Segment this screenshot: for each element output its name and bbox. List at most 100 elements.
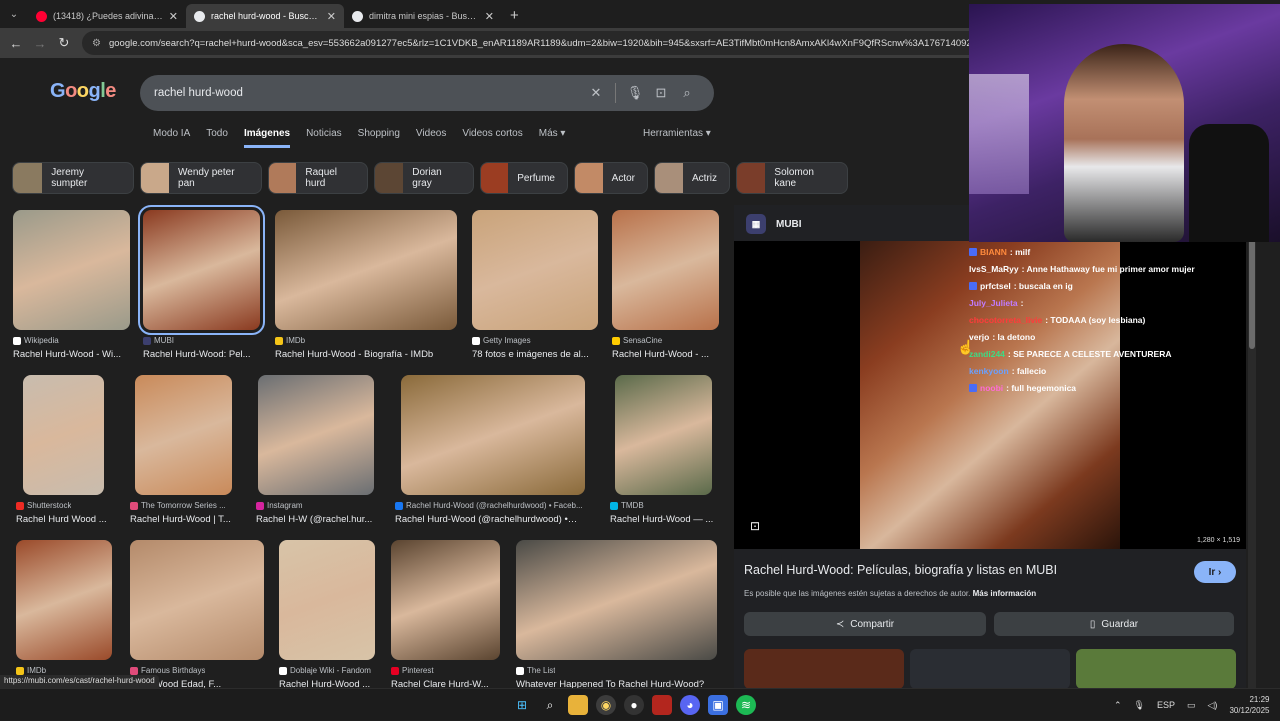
result-source[interactable]: Pinterest	[391, 666, 434, 675]
result-source[interactable]: Shutterstock	[16, 501, 71, 510]
reload-icon[interactable]: ↻	[52, 35, 76, 51]
image-result[interactable]: Famous Birthdays Hurd-Wood Edad, F...	[130, 540, 264, 688]
result-thumbnail[interactable]	[135, 375, 232, 495]
image-result[interactable]: MUBI Rachel Hurd-Wood: Pel...	[138, 205, 273, 370]
file-explorer-icon[interactable]	[568, 695, 588, 715]
filter-imagenes[interactable]: Imágenes	[243, 128, 291, 148]
result-thumbnail[interactable]	[13, 210, 130, 330]
result-source[interactable]: IMDb	[275, 336, 305, 345]
image-result[interactable]: Doblaje Wiki - Fandom Rachel Hurd-Wood ..…	[279, 540, 409, 688]
result-caption[interactable]: Rachel Hurd-Wood - ...	[612, 349, 709, 360]
chrome-icon[interactable]: ◉	[596, 695, 616, 715]
tools-menu[interactable]: Herramientas ▾	[643, 128, 711, 139]
result-thumbnail[interactable]	[612, 210, 719, 330]
close-tab-icon[interactable]: ✕	[169, 10, 178, 23]
close-tab-icon[interactable]: ✕	[327, 10, 336, 23]
image-result[interactable]: The Tomorrow Series ... Rachel Hurd-Wood …	[130, 375, 265, 535]
result-source[interactable]: Instagram	[256, 501, 303, 510]
filter-todo[interactable]: Todo	[206, 128, 228, 148]
related-search-chip[interactable]: Jeremy sumpter	[12, 162, 134, 194]
filter-videos[interactable]: Videos	[416, 128, 446, 148]
result-caption[interactable]: Rachel Hurd Wood ...	[16, 514, 107, 525]
related-search-chip[interactable]: Raquel hurd	[268, 162, 368, 194]
related-search-chip[interactable]: Actriz	[654, 162, 730, 194]
result-caption[interactable]: Rachel H-W (@rachel.hur...	[256, 514, 372, 525]
result-source[interactable]: Doblaje Wiki - Fandom	[279, 666, 371, 675]
lens-camera-icon[interactable]: ⊡	[648, 85, 674, 101]
result-caption[interactable]: Rachel Hurd-Wood: Pel...	[143, 349, 251, 360]
result-thumbnail[interactable]	[279, 540, 375, 660]
result-source[interactable]: Famous Birthdays	[130, 666, 205, 675]
result-caption[interactable]: Rachel Hurd-Wood ...	[279, 679, 370, 688]
search-icon[interactable]: ⌕	[674, 85, 700, 101]
result-caption[interactable]: Rachel Hurd-Wood - Biografía - IMDb	[275, 349, 433, 360]
result-caption[interactable]: Rachel Clare Hurd-W...	[391, 679, 489, 688]
clock[interactable]: 21:29 30/12/2025	[1229, 694, 1269, 716]
image-result[interactable]: Shutterstock Rachel Hurd Wood ...	[16, 375, 153, 535]
discord-icon[interactable]: ◕	[680, 695, 700, 715]
result-source[interactable]: Rachel Hurd-Wood (@rachelhurdwood) • Fac…	[395, 501, 583, 510]
image-result[interactable]: Pinterest Rachel Clare Hurd-W...	[391, 540, 521, 688]
result-thumbnail[interactable]	[16, 540, 112, 660]
tray-chevron-icon[interactable]: ⌃	[1114, 700, 1122, 711]
result-caption[interactable]: Whatever Happened To Rachel Hurd-Wood?	[516, 679, 704, 688]
result-thumbnail[interactable]	[516, 540, 717, 660]
volume-icon[interactable]: ◁)	[1208, 700, 1218, 711]
result-thumbnail[interactable]	[258, 375, 374, 495]
spotify-icon[interactable]: ≋	[736, 695, 756, 715]
app-icon[interactable]: ▣	[708, 695, 728, 715]
filter-modo-ia[interactable]: Modo IA	[153, 128, 190, 148]
result-caption[interactable]: 78 fotos e imágenes de al...	[472, 349, 589, 360]
result-caption[interactable]: Rachel Hurd-Wood (@rachelhurdwood) • F..…	[395, 514, 579, 525]
obs-icon[interactable]: ●	[624, 695, 644, 715]
share-button[interactable]: ≺ Compartir	[744, 612, 986, 636]
microphone-icon[interactable]: 🎙	[622, 85, 648, 101]
search-box[interactable]: rachel hurd-wood ✕ 🎙 ⊡ ⌕	[140, 75, 714, 111]
back-arrow-icon[interactable]: ←	[4, 36, 28, 51]
image-result[interactable]: The List Whatever Happened To Rachel Hurd…	[516, 540, 717, 688]
save-button[interactable]: ▯ Guardar	[994, 612, 1234, 636]
windows-start-icon[interactable]: ⊞	[512, 695, 532, 715]
tab-youtube[interactable]: (13418) ¿Puedes adivinar la PE... ✕	[28, 4, 186, 28]
tab-google-dimitra[interactable]: dimitra mini espias - Buscar co... ✕	[344, 4, 502, 28]
tab-google-rachel[interactable]: rachel hurd-wood - Buscar con... ✕	[186, 4, 344, 28]
filter-shopping[interactable]: Shopping	[358, 128, 400, 148]
visit-button[interactable]: Ir ›	[1194, 561, 1236, 583]
more-info-link[interactable]: Más información	[973, 589, 1037, 598]
filter-mas[interactable]: Más ▾	[539, 128, 566, 148]
result-thumbnail[interactable]	[615, 375, 712, 495]
result-source[interactable]: Getty Images	[472, 336, 531, 345]
result-caption[interactable]: Rachel Hurd-Wood | T...	[130, 514, 231, 525]
related-search-chip[interactable]: Wendy peter pan	[140, 162, 262, 194]
result-thumbnail[interactable]	[130, 540, 264, 660]
site-info-icon[interactable]: ⚙	[92, 38, 101, 49]
related-search-chip[interactable]: Perfume	[480, 162, 568, 194]
result-source[interactable]: The Tomorrow Series ...	[130, 501, 226, 510]
result-thumbnail[interactable]	[23, 375, 104, 495]
panel-scrollbar[interactable]	[1248, 205, 1256, 688]
panel-title[interactable]: Rachel Hurd-Wood: Películas, biografía y…	[744, 563, 1057, 577]
result-thumbnail[interactable]	[401, 375, 585, 495]
related-search-chip[interactable]: Actor	[574, 162, 648, 194]
result-source[interactable]: MUBI	[143, 336, 174, 345]
result-thumbnail[interactable]	[472, 210, 598, 330]
lens-search-icon[interactable]: ⊡	[750, 519, 760, 533]
image-result[interactable]: IMDb	[16, 540, 146, 688]
result-source[interactable]: TMDB	[610, 501, 644, 510]
image-result[interactable]: SensaCine Rachel Hurd-Wood - ...	[612, 210, 742, 370]
google-logo[interactable]: Google	[50, 80, 116, 103]
result-caption[interactable]: Rachel Hurd-Wood — ...	[610, 514, 713, 525]
result-thumbnail[interactable]	[391, 540, 500, 660]
streaming-app-icon[interactable]	[652, 695, 672, 715]
image-result[interactable]: Getty Images 78 fotos e imágenes de al...	[472, 210, 602, 370]
image-result[interactable]: Wikipedia Rachel Hurd-Wood - Wi...	[13, 210, 143, 370]
language-indicator[interactable]: ESP	[1157, 700, 1175, 710]
close-tab-icon[interactable]: ✕	[485, 10, 494, 23]
search-input[interactable]: rachel hurd-wood	[154, 87, 583, 99]
filter-videos-cortos[interactable]: Videos cortos	[462, 128, 522, 148]
related-search-chip[interactable]: Solomon kane	[736, 162, 848, 194]
tab-search-chevron-icon[interactable]: ⌄	[0, 0, 28, 28]
panel-site-name[interactable]: MUBI	[776, 219, 802, 230]
result-source[interactable]: IMDb	[16, 666, 46, 675]
result-thumbnail[interactable]	[275, 210, 457, 330]
